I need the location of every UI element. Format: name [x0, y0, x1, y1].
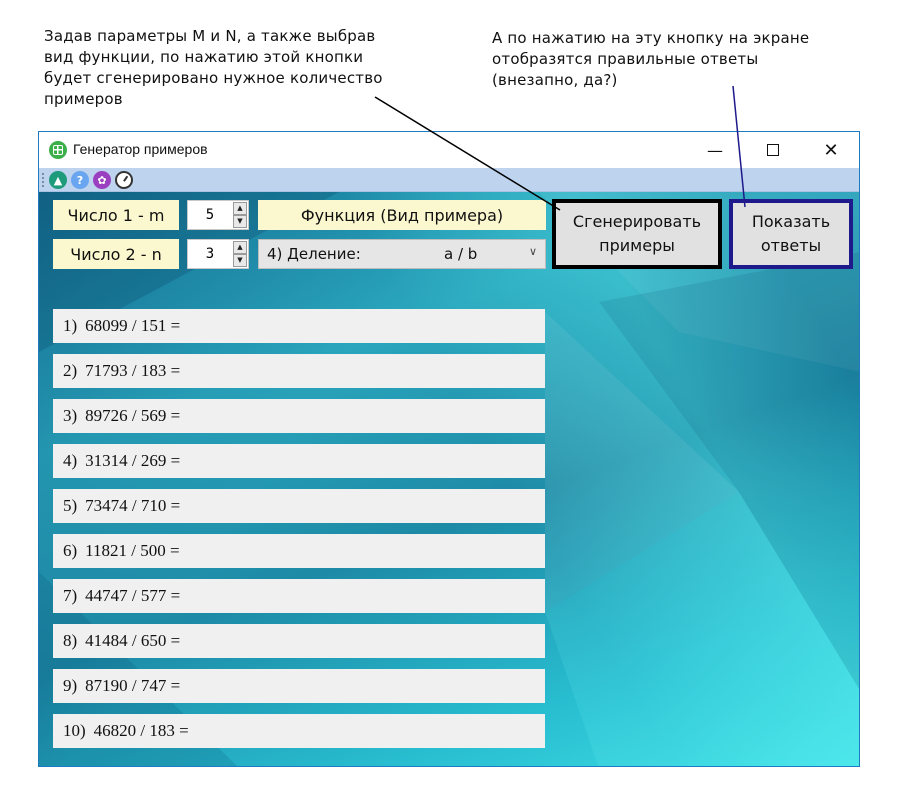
help-icon[interactable]: ? [71, 171, 89, 189]
example-number: 6) [63, 541, 78, 560]
m-stepper[interactable]: 5 ▲ ▼ [187, 200, 249, 230]
title-bar[interactable]: Генератор примеров — ✕ [39, 132, 859, 168]
n-stepper[interactable]: 3 ▲ ▼ [187, 239, 249, 269]
m-decrement-icon[interactable]: ▼ [233, 215, 247, 228]
example-expression: 68099 / 151 = [85, 316, 181, 335]
minimize-icon: — [707, 140, 723, 160]
example-row: 8) 41484 / 650 = [53, 624, 545, 658]
close-icon: ✕ [823, 139, 839, 161]
example-row: 10) 46820 / 183 = [53, 714, 545, 748]
example-expression: 46820 / 183 = [93, 721, 189, 740]
app-icon [49, 141, 67, 159]
example-number: 7) [63, 586, 78, 605]
n-increment-icon[interactable]: ▲ [233, 241, 247, 254]
example-expression: 87190 / 747 = [85, 676, 181, 695]
annotation-answers: А по нажатию на эту кнопку на экране ото… [492, 28, 862, 91]
n-decrement-icon[interactable]: ▼ [233, 254, 247, 267]
n-label: Число 2 - n [53, 239, 179, 269]
example-number: 4) [63, 451, 78, 470]
chevron-down-icon: ∨ [528, 245, 537, 258]
example-expression: 73474 / 710 = [85, 496, 181, 515]
close-button[interactable]: ✕ [803, 132, 859, 168]
example-row: 5) 73474 / 710 = [53, 489, 545, 523]
app-window: Генератор примеров — ✕ ▲ ? ✿ Число 1 - m [38, 131, 860, 767]
annotation-line: А по нажатию на эту кнопку на экране [492, 29, 810, 47]
example-row: 1) 68099 / 151 = [53, 309, 545, 343]
function-selected: 4) Деление: [267, 245, 361, 263]
example-expression: 89726 / 569 = [85, 406, 181, 425]
window-title: Генератор примеров [73, 141, 208, 157]
annotation-line: (внезапно, да?) [492, 71, 618, 89]
example-number: 8) [63, 631, 78, 650]
main-panel: Число 1 - m 5 ▲ ▼ Число 2 - n 3 ▲ ▼ Функ… [39, 192, 859, 766]
minimize-button[interactable]: — [687, 132, 743, 168]
function-formula: a / b [444, 245, 478, 263]
example-expression: 31314 / 269 = [85, 451, 181, 470]
m-increment-icon[interactable]: ▲ [233, 202, 247, 215]
maximize-icon [767, 144, 779, 156]
example-number: 2) [63, 361, 78, 380]
example-row: 7) 44747 / 577 = [53, 579, 545, 613]
m-value[interactable]: 5 [188, 201, 232, 229]
example-number: 3) [63, 406, 78, 425]
example-row: 9) 87190 / 747 = [53, 669, 545, 703]
settings-icon[interactable]: ✿ [93, 171, 111, 189]
warning-icon[interactable]: ▲ [49, 171, 67, 189]
example-expression: 41484 / 650 = [85, 631, 181, 650]
annotation-line: отобразятся правильные ответы [492, 50, 759, 68]
example-row: 4) 31314 / 269 = [53, 444, 545, 478]
n-value[interactable]: 3 [188, 240, 232, 268]
annotation-line: вид функции, по нажатию этой кнопки [44, 48, 364, 66]
toolbar-grip[interactable] [42, 173, 44, 187]
stopwatch-icon[interactable] [115, 171, 133, 189]
annotation-line: Задав параметры M и N, а также выбрав [44, 27, 376, 45]
example-expression: 71793 / 183 = [85, 361, 181, 380]
annotation-line: будет сгенерировано нужное количество [44, 69, 383, 87]
example-expression: 44747 / 577 = [85, 586, 181, 605]
function-select[interactable]: 4) Деление: a / b ∨ [258, 239, 546, 269]
example-row: 6) 11821 / 500 = [53, 534, 545, 568]
example-row: 2) 71793 / 183 = [53, 354, 545, 388]
example-number: 1) [63, 316, 78, 335]
function-label: Функция (Вид примера) [258, 200, 546, 230]
show-answers-button[interactable]: Показать ответы [729, 199, 853, 269]
m-label: Число 1 - m [53, 200, 179, 230]
toolbar: ▲ ? ✿ [39, 168, 859, 192]
example-expression: 11821 / 500 = [85, 541, 180, 560]
annotation-generate: Задав параметры M и N, а также выбрав ви… [44, 26, 434, 110]
example-row: 3) 89726 / 569 = [53, 399, 545, 433]
annotation-line: примеров [44, 90, 123, 108]
example-number: 9) [63, 676, 78, 695]
example-number: 10) [63, 721, 86, 740]
maximize-button[interactable] [745, 132, 801, 168]
generate-button[interactable]: Сгенерировать примеры [552, 199, 722, 269]
example-number: 5) [63, 496, 78, 515]
